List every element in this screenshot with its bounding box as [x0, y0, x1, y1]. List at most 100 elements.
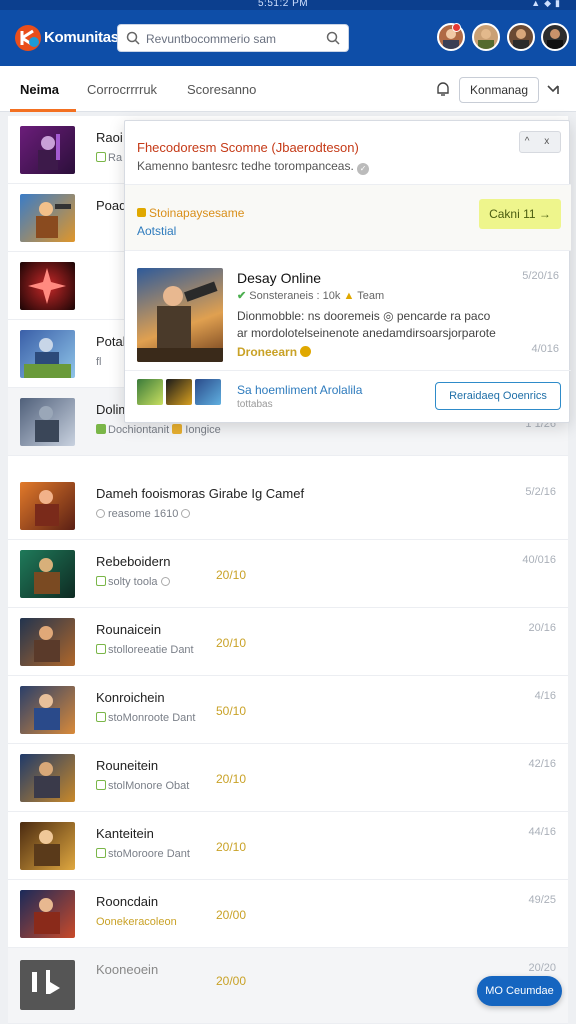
- status-time: 5:51:2 PM: [258, 0, 309, 9]
- game-thumbnail: [20, 330, 75, 378]
- game-date: 4/16: [534, 690, 556, 702]
- search-icon: [126, 31, 140, 45]
- offer-label: Stoinapaysesame: [137, 206, 244, 220]
- game-thumbnail: [20, 960, 75, 1010]
- game-thumbnail: [20, 550, 75, 598]
- avatar[interactable]: [507, 23, 535, 51]
- claim-button[interactable]: Cakni 11 →: [479, 199, 561, 229]
- game-title: Dameh fooismoras Girabe Ig Camef: [96, 486, 305, 501]
- mini-thumbnail[interactable]: [166, 379, 192, 405]
- game-detail-popup: Fhecodoresm Scomne (Jbaerodteson) Kamenn…: [124, 120, 571, 424]
- avatar[interactable]: [472, 23, 500, 51]
- game-meta: fl: [96, 356, 102, 368]
- game-meta: reasome 1610: [96, 508, 191, 520]
- game-title: Rounaicein: [96, 622, 162, 637]
- avatar[interactable]: [541, 23, 569, 51]
- game-thumbnail: [20, 890, 75, 938]
- signal-icon: ▲: [531, 0, 545, 8]
- game-title: Kooneoein: [96, 962, 159, 977]
- featured-game-image: [137, 268, 223, 362]
- featured-game-description: ar mordolotelseinenote anedamdirsoarsjor…: [237, 326, 496, 340]
- status-icons: ▲◆▮: [531, 0, 564, 9]
- game-title: Potal: [96, 334, 126, 349]
- tab-scoresanno[interactable]: Scoresanno: [187, 82, 256, 97]
- game-thumbnail: [20, 618, 75, 666]
- popup-footer: Sa hoemliment Arolalila tottabas Reraida…: [125, 371, 571, 424]
- list-item[interactable]: Kanteitein stoMoroore Dant 20/10 44/16: [8, 812, 568, 880]
- featured-game-date: 5/20/16: [522, 270, 559, 282]
- game-date: 49/25: [528, 894, 556, 906]
- footer-title[interactable]: Sa hoemliment Arolalila: [237, 383, 362, 397]
- popup-header: Fhecodoresm Scomne (Jbaerodteson) Kamenn…: [125, 121, 571, 185]
- app-header: Komunitas Revuntbocommerio sam: [0, 10, 576, 66]
- search-input[interactable]: Revuntbocommerio sam: [117, 24, 349, 52]
- mini-thumbnail[interactable]: [195, 379, 221, 405]
- manage-button[interactable]: Konmanag: [459, 77, 539, 103]
- game-thumbnail: [20, 686, 75, 734]
- share-icon[interactable]: [546, 82, 560, 96]
- filter-icon[interactable]: [436, 82, 450, 96]
- game-thumbnail: [20, 482, 75, 530]
- game-meta: stolloreeatie Dant: [96, 644, 194, 656]
- tab-bar: Neima Corrocrrrruk Scoresanno Konmanag: [0, 66, 576, 112]
- game-meta: stoMoroore Dant: [96, 848, 190, 860]
- game-meta: stoMonroote Dant: [96, 712, 195, 724]
- info-icon[interactable]: ✓: [357, 163, 370, 175]
- list-item[interactable]: Konroichein stoMonroote Dant 50/10 4/16: [8, 676, 568, 744]
- game-score: 20/10: [216, 636, 247, 650]
- featured-game-meta: ✔ Sonsteraneis : 10k ▲ Team: [237, 290, 385, 302]
- game-score: 20/00: [216, 974, 247, 988]
- wifi-icon: ◆: [544, 0, 556, 8]
- game-title: Konroichein: [96, 690, 165, 705]
- featured-game-date: 4/016: [531, 343, 559, 355]
- list-item[interactable]: Rooncdain Oonekeracoleon 20/00 49/25: [8, 880, 568, 948]
- list-item[interactable]: Dameh fooismoras Girabe Ig Camef reasome…: [8, 472, 568, 540]
- footer-action-button[interactable]: Reraidaeq Ooenrics: [435, 382, 561, 410]
- game-title: Kanteitein: [96, 826, 154, 841]
- tab-neima[interactable]: Neima: [20, 82, 59, 97]
- game-thumbnail: [20, 126, 75, 174]
- game-score: 20/10: [216, 840, 247, 854]
- list-item[interactable]: Rounaicein stolloreeatie Dant 20/10 20/1…: [8, 608, 568, 676]
- game-date: 44/16: [528, 826, 556, 838]
- floating-action-button[interactable]: MO Ceumdae: [477, 976, 562, 1006]
- game-meta: solty toola: [96, 576, 170, 588]
- app-logo-icon[interactable]: [14, 24, 42, 52]
- popup-subtitle: Kamenno bantesrc tedhe torompanceas. ✓: [137, 159, 370, 175]
- featured-game-description: Dionmobble: ns dooremeis ◎ pencarde ra p…: [237, 309, 491, 323]
- game-title: Rooncdain: [96, 894, 159, 909]
- search-placeholder: Revuntbocommerio sam: [146, 32, 277, 46]
- list-item[interactable]: Rouneitein stolMonore Obat 20/10 42/16: [8, 744, 568, 812]
- team-icon: ▲: [343, 290, 355, 302]
- game-date: 40/016: [522, 554, 556, 566]
- featured-game-tag: Droneearn: [237, 345, 312, 359]
- notification-badge: [452, 23, 461, 32]
- collapse-button[interactable]: ^ x: [519, 131, 561, 153]
- active-tab-indicator: [10, 109, 76, 112]
- search-submit-icon[interactable]: [326, 31, 340, 45]
- tab-corrocrrrruk[interactable]: Corrocrrrruk: [87, 82, 157, 97]
- game-thumbnail: [20, 754, 75, 802]
- app-brand[interactable]: Komunitas: [44, 29, 119, 46]
- game-date: 20/20: [528, 962, 556, 974]
- game-score: 20/10: [216, 568, 247, 582]
- lock-icon: [137, 208, 146, 217]
- game-meta: stolMonore Obat: [96, 780, 189, 792]
- game-date: 20/16: [528, 622, 556, 634]
- featured-game[interactable]: Desay Online ✔ Sonsteraneis : 10k ▲ Team…: [125, 251, 571, 371]
- offer-link[interactable]: Aotstial: [137, 224, 176, 238]
- game-meta: Oonekeracoleon: [96, 916, 177, 928]
- list-item[interactable]: Rebeboidern solty toola 20/10 40/016: [8, 540, 568, 608]
- game-thumbnail: [20, 194, 75, 242]
- footer-subtitle: tottabas: [237, 399, 273, 410]
- game-title: Raoi: [96, 130, 123, 145]
- game-title: Poad: [96, 198, 127, 213]
- game-thumbnail: [20, 262, 75, 310]
- battery-icon: ▮: [555, 0, 564, 8]
- featured-game-title: Desay Online: [237, 270, 322, 286]
- mini-thumbnail[interactable]: [137, 379, 163, 405]
- popup-title: Fhecodoresm Scomne (Jbaerodteson): [137, 140, 359, 155]
- game-score: 20/10: [216, 772, 247, 786]
- game-meta: Ra: [96, 152, 122, 164]
- game-score: 20/00: [216, 908, 247, 922]
